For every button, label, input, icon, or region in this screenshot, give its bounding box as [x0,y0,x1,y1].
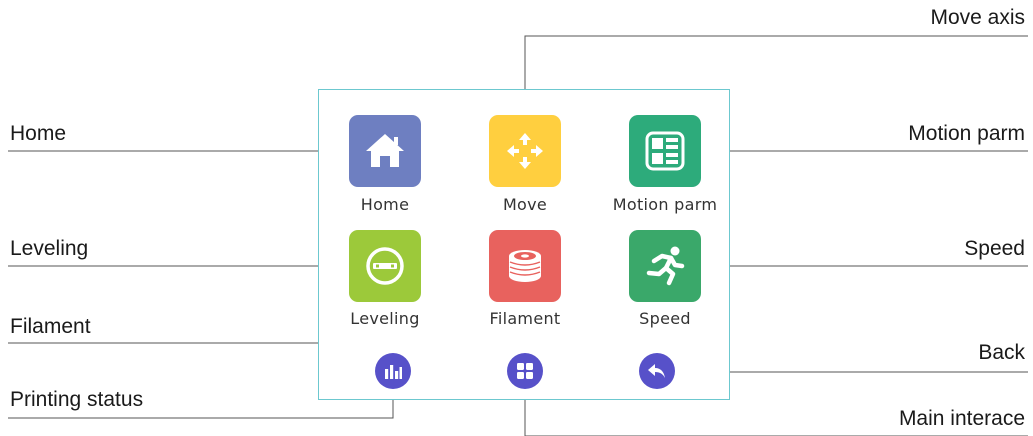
back-arrow-icon [648,364,665,378]
callout-speed: Speed [964,237,1025,260]
home-tile[interactable] [349,115,421,187]
home-label: Home [360,195,410,214]
move-arrows-icon [507,133,543,169]
filament-spool-icon [509,250,541,282]
callout-motion-parm: Motion parm [908,122,1025,145]
move-label: Move [502,195,548,214]
callout-filament: Filament [10,315,91,338]
printing-status-button[interactable] [375,353,411,389]
motion-parm-label: Motion parm [612,195,718,214]
running-man-icon [646,246,685,286]
bar-chart-icon [385,365,402,379]
main-interface-button[interactable] [507,353,543,389]
level-icon [366,247,404,285]
callout-home: Home [10,122,67,145]
filament-tile[interactable] [489,230,561,302]
grid-icon [517,363,533,379]
leveling-tile[interactable] [349,230,421,302]
callout-move-axis: Move axis [930,6,1025,29]
printer-screen: Home Move Motion parm Leveling Filament … [318,89,730,400]
filament-label: Filament [489,309,561,328]
callout-main-interface: Main interace [898,407,1025,430]
speed-tile[interactable] [629,230,701,302]
back-button[interactable] [639,353,675,389]
motion-parm-tile[interactable] [629,115,701,187]
speed-label: Speed [639,309,691,328]
move-tile[interactable] [489,115,561,187]
house-icon [366,134,404,167]
motion-params-icon [645,131,685,171]
callout-leveling: Leveling [10,237,89,260]
leveling-label: Leveling [350,309,420,328]
callout-back: Back [978,341,1025,364]
callout-printing-status: Printing status [10,388,144,411]
